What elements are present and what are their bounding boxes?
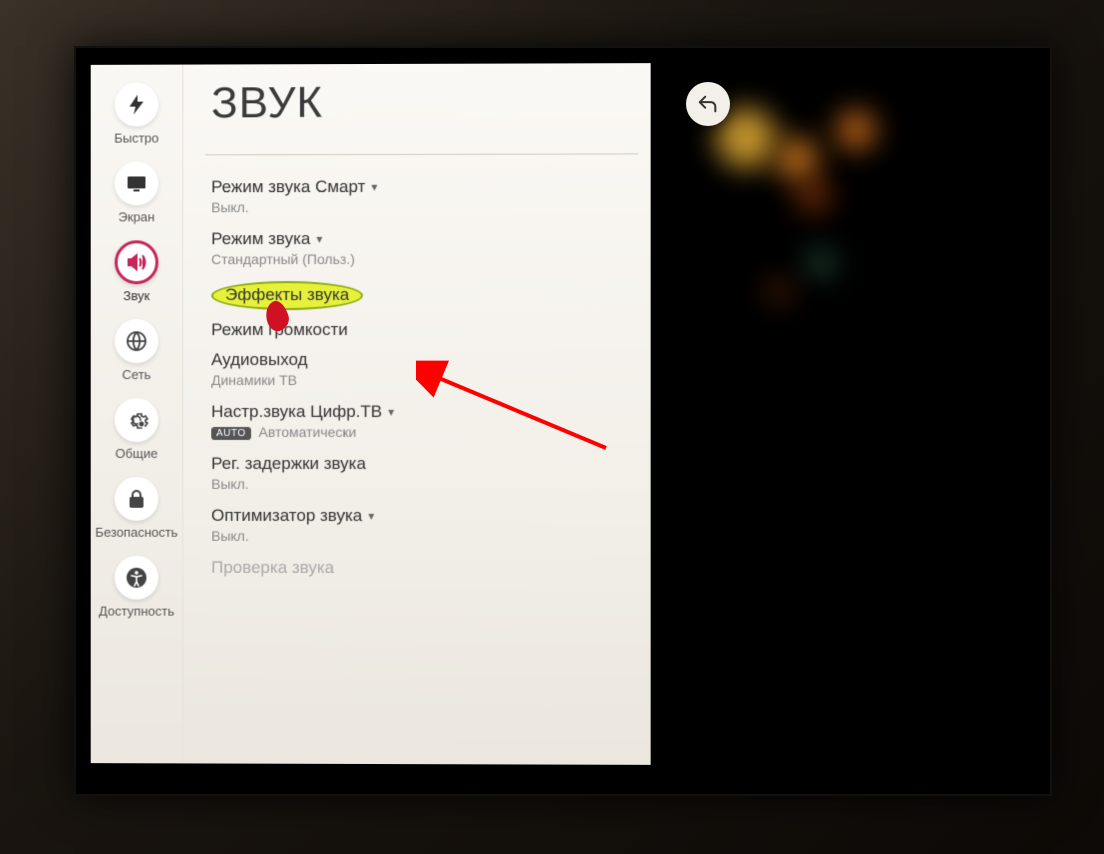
- sidebar-item-label: Безопасность: [95, 525, 178, 540]
- menu-value: Динамики ТВ: [211, 372, 638, 388]
- sidebar-item-label: Сеть: [122, 367, 151, 382]
- menu-value: Автоматически: [259, 424, 357, 440]
- menu-item-smart-sound-mode[interactable]: Режим звука Смарт ▾ Выкл.: [211, 176, 638, 215]
- accessibility-icon: [115, 556, 159, 600]
- menu-label: Рег. задержки звука: [211, 454, 366, 474]
- menu-item-sound-test[interactable]: Проверка звука: [211, 558, 638, 579]
- chevron-down-icon: ▾: [316, 232, 322, 246]
- menu-label: Режим звука Смарт: [211, 177, 365, 197]
- menu-value: Выкл.: [211, 198, 638, 215]
- bokeh-light: [806, 248, 836, 278]
- sidebar-item-label: Экран: [118, 209, 155, 224]
- sidebar-item-network[interactable]: Сеть: [115, 319, 159, 382]
- menu-label: Эффекты звука: [225, 285, 349, 305]
- sidebar-item-sound[interactable]: Звук: [115, 240, 159, 303]
- menu-label: Проверка звука: [211, 558, 334, 578]
- photo-background: Быстро Экран З: [0, 0, 1104, 854]
- sidebar-item-label: Общие: [115, 446, 158, 461]
- menu-item-sound-mode[interactable]: Режим звука ▾ Стандартный (Польз.): [211, 229, 638, 268]
- menu-label: Настр.звука Цифр.ТВ: [211, 402, 382, 422]
- menu-value: Выкл.: [211, 528, 638, 544]
- tv-screen: Быстро Экран З: [74, 46, 1052, 796]
- chevron-down-icon: ▾: [371, 180, 377, 194]
- back-arrow-icon: [697, 93, 719, 115]
- menu-item-sound-delay[interactable]: Рег. задержки звука Выкл.: [211, 454, 638, 492]
- menu-item-audio-output[interactable]: Аудиовыход Динамики ТВ: [211, 350, 638, 388]
- menu-label: Аудиовыход: [211, 350, 307, 370]
- bokeh-light: [836, 110, 876, 150]
- menu-item-digital-tv-sound[interactable]: Настр.звука Цифр.ТВ ▾ AUTO Автоматически: [211, 402, 638, 440]
- settings-sidebar: Быстро Экран З: [91, 65, 183, 764]
- sound-icon: [115, 240, 159, 284]
- sidebar-item-label: Звук: [123, 288, 150, 303]
- sidebar-item-label: Доступность: [99, 604, 175, 619]
- lock-icon: [115, 477, 159, 521]
- page-title: ЗВУК: [211, 77, 638, 128]
- menu-label: Оптимизатор звука: [211, 506, 362, 526]
- highlight-annotation: Эффекты звука: [211, 281, 363, 310]
- menu-item-sound-optimizer[interactable]: Оптимизатор звука ▾ Выкл.: [211, 506, 638, 544]
- bokeh-light: [796, 178, 831, 213]
- menu-label: Режим звука: [211, 229, 310, 249]
- bokeh-light: [766, 278, 792, 304]
- settings-panel: Быстро Экран З: [91, 63, 651, 765]
- sidebar-item-label: Быстро: [114, 131, 159, 146]
- menu-value: Стандартный (Польз.): [211, 251, 638, 268]
- gear-icon: [115, 398, 159, 442]
- chevron-down-icon: ▾: [388, 405, 394, 419]
- back-button[interactable]: [686, 82, 730, 126]
- sidebar-item-quick[interactable]: Быстро: [114, 83, 159, 146]
- globe-icon: [115, 319, 159, 363]
- divider: [205, 153, 638, 155]
- settings-content: ЗВУК Режим звука Смарт ▾ Выкл. Режим зву…: [182, 63, 650, 765]
- sidebar-item-accessibility[interactable]: Доступность: [99, 556, 175, 619]
- sidebar-item-security[interactable]: Безопасность: [95, 477, 178, 540]
- auto-badge: AUTO: [211, 427, 251, 440]
- lightning-icon: [115, 83, 159, 127]
- menu-value: Выкл.: [211, 476, 638, 492]
- bokeh-light: [776, 138, 818, 180]
- sidebar-item-general[interactable]: Общие: [115, 398, 159, 461]
- chevron-down-icon: ▾: [368, 509, 374, 523]
- screen-icon: [115, 161, 159, 205]
- sidebar-item-screen[interactable]: Экран: [115, 161, 159, 224]
